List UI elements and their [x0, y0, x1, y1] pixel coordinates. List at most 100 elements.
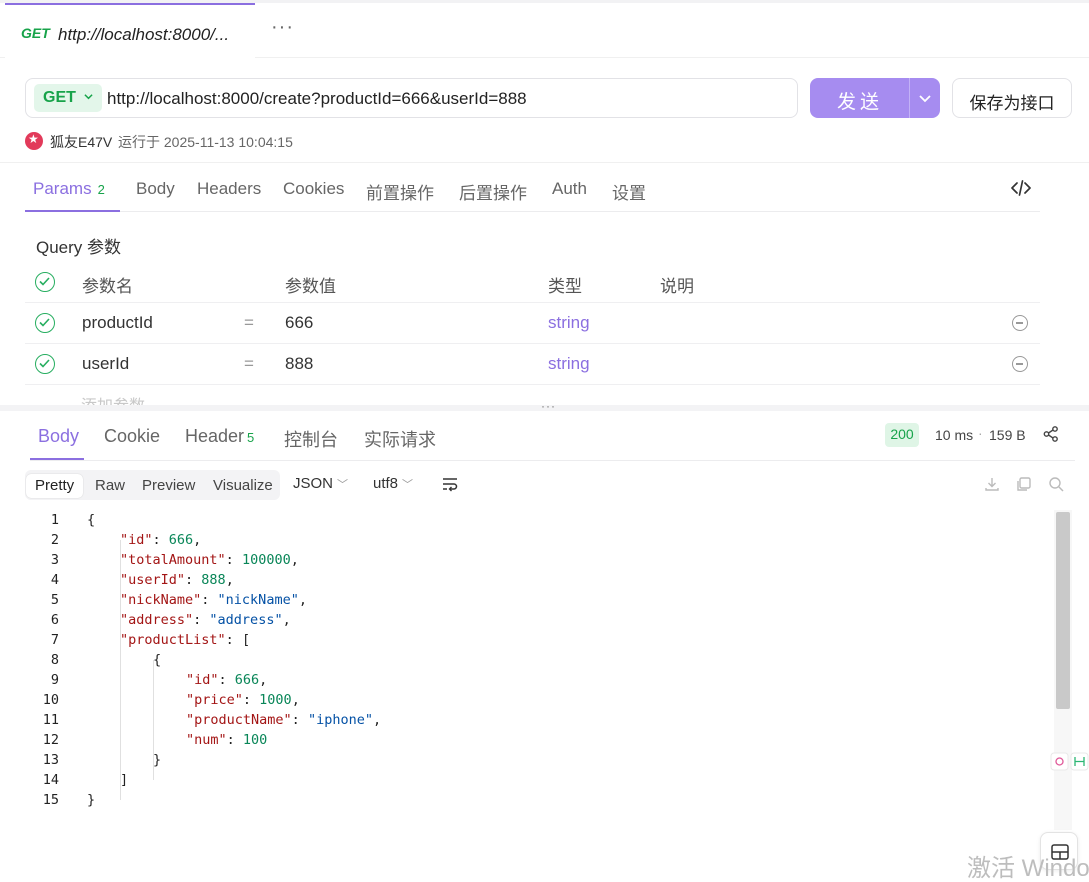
table-row: userId = 888 string	[25, 344, 1040, 385]
tab-pre-processors[interactable]: 前置操作	[366, 179, 434, 204]
param-value-field[interactable]: 888	[285, 354, 313, 374]
tab-settings[interactable]: 设置	[612, 179, 646, 204]
check-icon	[39, 318, 50, 327]
table-row: productId = 666 string	[25, 303, 1040, 344]
response-tabs: Body Cookie Header 5 控制台 实际请求 200 10 ms ·…	[30, 415, 1075, 461]
active-tab-underline	[30, 458, 84, 460]
chevron-down-icon[interactable]	[918, 91, 932, 105]
param-enabled-checkbox[interactable]	[35, 354, 55, 374]
scrollbar-thumb[interactable]	[1056, 512, 1070, 709]
search-icon[interactable]	[1048, 476, 1064, 492]
code-line: "productList": [	[120, 632, 251, 648]
code-line: "price": 1000,	[186, 692, 300, 708]
code-line: }	[87, 792, 96, 808]
line-number: 3	[50, 552, 59, 568]
line-number: 1	[50, 512, 59, 528]
view-visualize-button[interactable]: Visualize	[204, 474, 282, 498]
response-size: 159 B	[989, 427, 1026, 443]
status-badge: 200	[885, 423, 919, 447]
panel-splitter[interactable]: ···	[0, 399, 1089, 413]
request-tab[interactable]: GET http://localhost:8000/...	[5, 3, 255, 59]
param-name-field[interactable]: userId	[82, 354, 129, 374]
share-icon[interactable]	[1042, 425, 1060, 443]
param-type-select[interactable]: string	[548, 354, 590, 374]
method-label: GET	[43, 89, 76, 106]
method-select[interactable]: GET	[34, 84, 102, 112]
code-line: "userId": 888,	[120, 572, 234, 588]
url-bar: GET http://localhost:8000/create?product…	[25, 78, 798, 118]
resp-tab-body[interactable]: Body	[38, 426, 79, 447]
more-tabs-icon[interactable]: ···	[271, 16, 294, 39]
response-body-viewer[interactable]: 1 2 3 4 5 6 7 8 9 10 11 12 13 14 15 { "i…	[25, 510, 1055, 882]
run-time: 运行于 2025-11-13 10:04:15	[118, 134, 293, 150]
drag-handle-icon[interactable]: ···	[541, 399, 556, 413]
format-select[interactable]: JSON ﹀	[293, 475, 348, 492]
tab-label: Params	[33, 179, 92, 198]
line-number: 15	[42, 792, 59, 808]
line-number: 12	[42, 732, 59, 748]
select-all-checkbox[interactable]	[35, 272, 55, 292]
side-tools-icon[interactable]	[1050, 752, 1089, 772]
resp-tab-label: Header	[185, 426, 245, 446]
equals-sign: =	[244, 354, 254, 373]
code-line: "num": 100	[186, 732, 268, 748]
add-param-input[interactable]: 添加参数	[81, 392, 145, 406]
param-name-field[interactable]: productId	[82, 313, 153, 333]
query-params-title: Query 参数	[36, 238, 122, 257]
tab-cookies[interactable]: Cookies	[283, 179, 344, 199]
equals-sign: =	[244, 313, 254, 332]
remove-param-icon[interactable]	[1012, 315, 1028, 331]
view-pretty-button[interactable]: Pretty	[26, 474, 84, 498]
code-line: "id": 666,	[120, 532, 202, 548]
code-line: "id": 666,	[186, 672, 268, 688]
line-number: 13	[42, 752, 59, 768]
code-line: "address": "address",	[120, 612, 291, 628]
line-number: 6	[50, 612, 59, 628]
line-number: 4	[50, 572, 59, 588]
word-wrap-icon[interactable]	[441, 476, 459, 492]
copy-icon[interactable]	[1016, 476, 1032, 492]
param-value-field[interactable]: 666	[285, 313, 313, 333]
view-raw-button[interactable]: Raw	[86, 474, 134, 498]
param-type-select[interactable]: string	[548, 313, 590, 333]
col-param-name: 参数名	[82, 277, 133, 296]
save-button-label: 保存为接口	[969, 94, 1055, 113]
code-line: "totalAmount": 100000,	[120, 552, 299, 568]
code-line: {	[153, 652, 162, 668]
line-number: 11	[42, 712, 59, 728]
line-number: 7	[50, 632, 59, 648]
line-number: 10	[42, 692, 59, 708]
send-button[interactable]: 发送	[810, 78, 940, 118]
line-number: 2	[50, 532, 59, 548]
meta-separator: ·	[978, 425, 983, 441]
divider	[0, 162, 1089, 163]
url-input[interactable]: http://localhost:8000/create?productId=6…	[107, 89, 527, 109]
check-icon	[39, 359, 50, 368]
remove-param-icon[interactable]	[1012, 356, 1028, 372]
resp-tab-actual-request[interactable]: 实际请求	[364, 426, 436, 452]
check-icon	[39, 277, 50, 286]
windows-activation-watermark: 激活 Windo	[967, 855, 1089, 882]
tab-post-processors[interactable]: 后置操作	[459, 179, 527, 204]
run-user: 狐友E47V	[50, 134, 113, 150]
code-line: }	[153, 752, 162, 768]
encoding-select[interactable]: utf8 ﹀	[373, 475, 413, 492]
tab-auth[interactable]: Auth	[552, 179, 587, 199]
save-as-api-button[interactable]: 保存为接口	[952, 78, 1072, 118]
tab-params[interactable]: Params 2	[33, 179, 105, 199]
tab-headers[interactable]: Headers	[197, 179, 261, 199]
resp-tab-console[interactable]: 控制台	[284, 426, 338, 452]
tab-bar: GET http://localhost:8000/... ···	[0, 0, 1089, 59]
request-tabs: Params 2 Body Headers Cookies 前置操作 后置操作 A…	[25, 168, 1040, 212]
params-count-badge: 2	[97, 182, 105, 197]
resp-tab-cookie[interactable]: Cookie	[104, 426, 160, 447]
param-enabled-checkbox[interactable]	[35, 313, 55, 333]
avatar	[25, 132, 43, 150]
code-line: ]	[120, 772, 129, 788]
view-preview-button[interactable]: Preview	[133, 474, 204, 498]
download-icon[interactable]	[984, 476, 1000, 492]
code-icon[interactable]	[1010, 178, 1032, 198]
line-number: 5	[50, 592, 59, 608]
resp-tab-header[interactable]: Header 5	[185, 426, 254, 447]
tab-body[interactable]: Body	[136, 179, 175, 199]
